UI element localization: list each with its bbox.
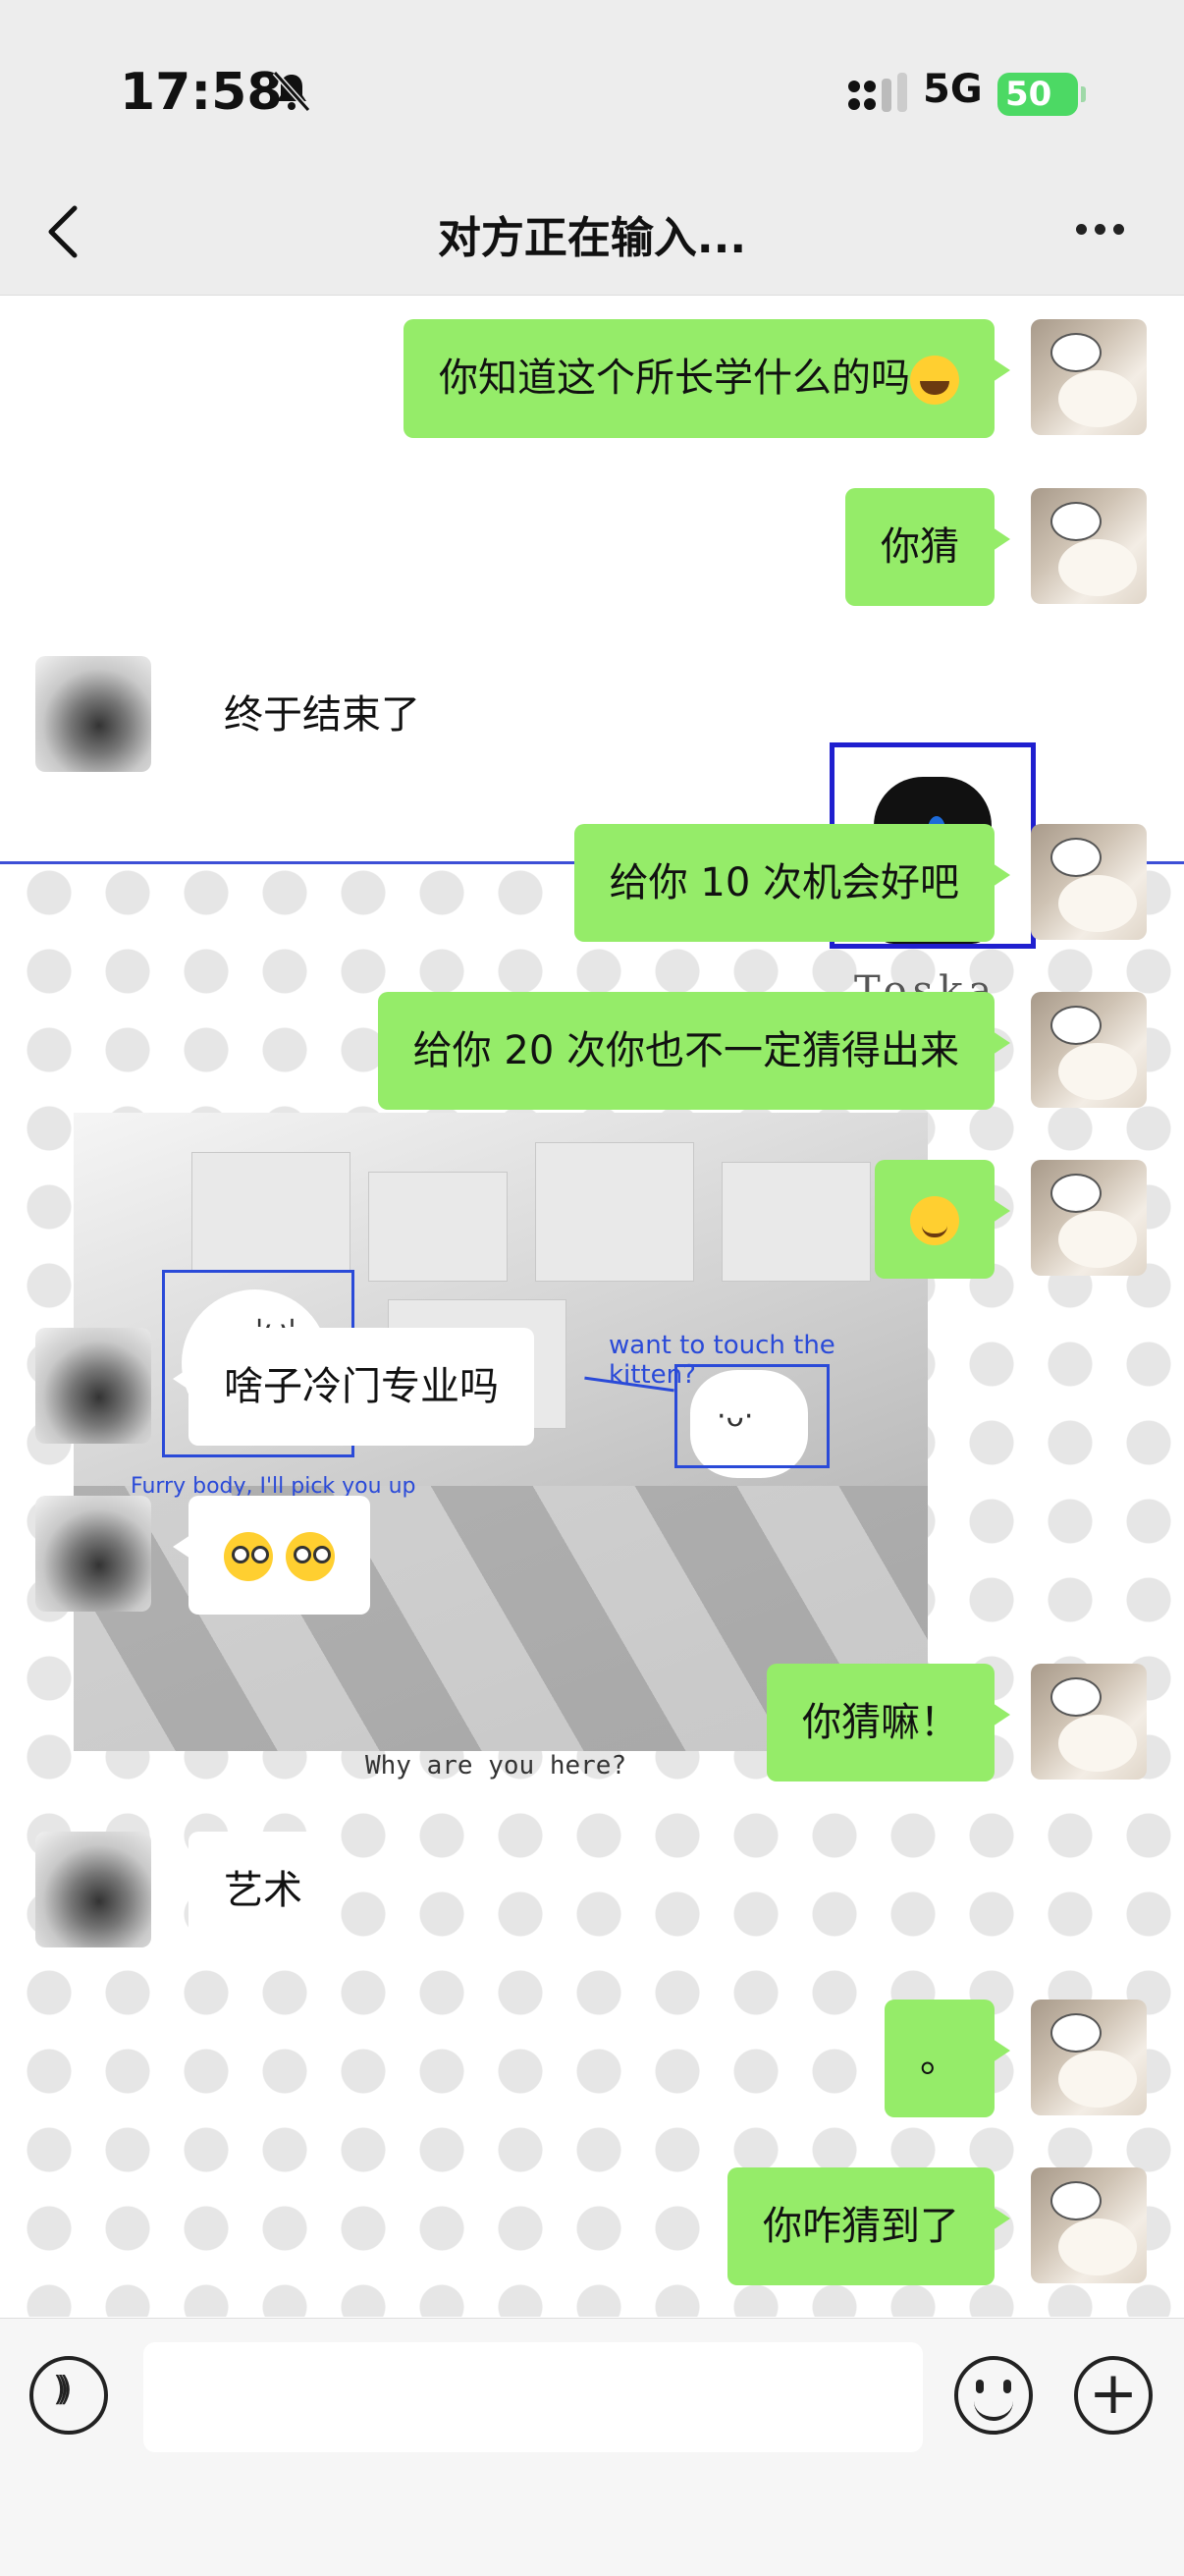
message-bubble[interactable]: 终于结束了	[173, 656, 456, 774]
avatar[interactable]	[1031, 2000, 1147, 2115]
avatar[interactable]	[1031, 1664, 1147, 1780]
avatar[interactable]	[35, 656, 151, 772]
network-label: 5G	[923, 67, 983, 112]
meme-caption: want to touch the kitten?	[609, 1331, 835, 1390]
avatar[interactable]	[35, 1496, 151, 1612]
message-bubble[interactable]	[875, 1160, 1010, 1279]
message-bubble[interactable]: 你咋猜到了	[727, 2167, 1010, 2285]
message-bubble[interactable]: 你猜嘛！	[767, 1664, 1010, 1781]
laughing-emoji-icon	[910, 356, 959, 405]
avatar[interactable]	[35, 1832, 151, 1947]
more-icon[interactable]	[1076, 220, 1135, 240]
flushed-emoji-icon	[285, 1532, 335, 1581]
avatar[interactable]	[1031, 319, 1147, 435]
message-bubble[interactable]: 给你 20 次你也不一定猜得出来	[377, 992, 1011, 1110]
bell-slash-icon	[272, 70, 311, 113]
avatar[interactable]	[1031, 2167, 1147, 2283]
avatar[interactable]	[1031, 992, 1147, 1108]
message-bubble[interactable]: 艺术	[173, 1832, 338, 1949]
emoji-icon[interactable]	[954, 2356, 1033, 2435]
flushed-emoji-icon	[224, 1532, 273, 1581]
chat-title: 对方正在输入...	[437, 213, 747, 263]
message-bubble[interactable]	[173, 1496, 370, 1615]
smirk-emoji-icon	[910, 1196, 959, 1245]
message-bubble[interactable]: 你猜	[845, 488, 1010, 606]
message-bubble[interactable]: 你知道这个所长学什么的吗	[404, 319, 1010, 438]
avatar[interactable]	[1031, 1160, 1147, 1276]
message-bubble[interactable]: 啥子冷门专业吗	[173, 1328, 534, 1446]
plus-icon[interactable]: +	[1074, 2356, 1153, 2435]
chat-area[interactable]: Toska 'ω' ·ᴗ· want to touch the kitten? …	[0, 296, 1184, 2317]
status-time: 17:58	[120, 63, 283, 122]
meme-caption: Why are you here?	[365, 1751, 627, 1781]
message-input[interactable]	[143, 2342, 923, 2452]
message-bubble[interactable]: 给你 10 次机会好吧	[573, 824, 1011, 942]
top-bar: 17:58 5G 50 对方正在输入...	[0, 0, 1184, 296]
message-bubble[interactable]: 。	[885, 2000, 1010, 2117]
avatar[interactable]	[35, 1328, 151, 1444]
voice-icon[interactable]	[29, 2356, 108, 2435]
battery-indicator: 50	[997, 73, 1086, 116]
signal-icon	[848, 73, 907, 112]
avatar[interactable]	[1031, 824, 1147, 940]
input-bar: +	[0, 2318, 1184, 2576]
message-text: 你知道这个所长学什么的吗	[439, 356, 910, 401]
avatar[interactable]	[1031, 488, 1147, 604]
